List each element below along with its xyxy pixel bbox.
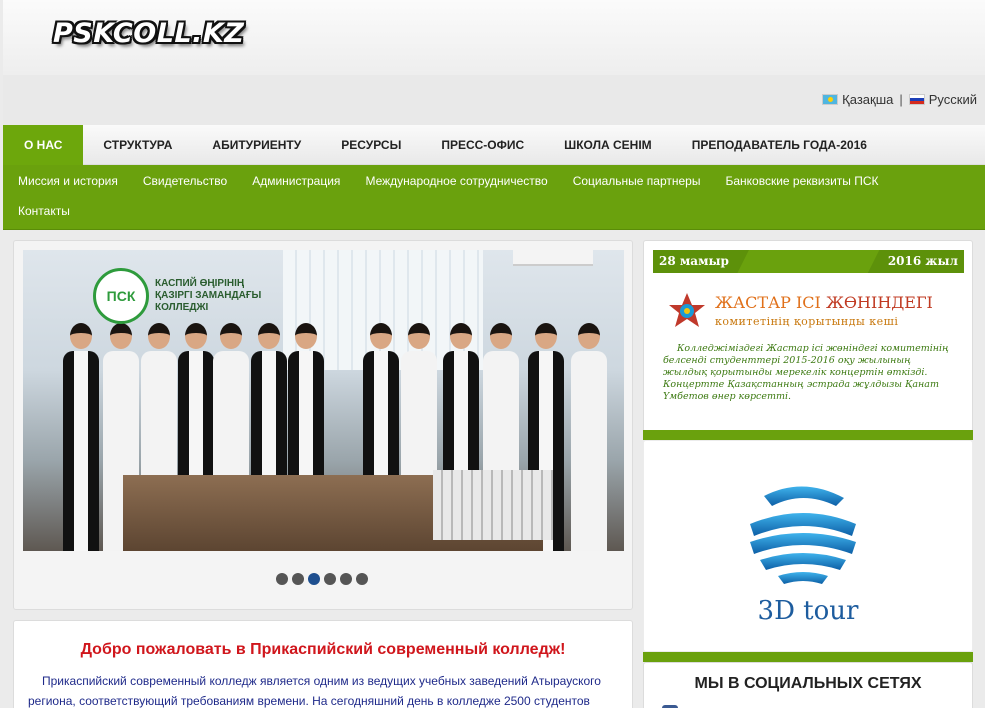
green-divider (643, 430, 973, 440)
3d-tour-label: 3D tour (757, 596, 859, 626)
3d-tour-banner[interactable]: 3D tour (643, 440, 973, 652)
banner-body: ЖАСТАР ІСІ ЖӨНІНДЕГІ комитетінің қорытын… (653, 277, 964, 421)
banner-text: Колледжіміздегі Жастар ісі жөніндегі ком… (663, 343, 949, 402)
nav-resources[interactable]: РЕСУРСЫ (321, 125, 421, 165)
psk-badge: ПСК (93, 268, 149, 324)
lang-russian-link[interactable]: Русский (929, 92, 977, 107)
college-logo: ПСК КАСПИЙ ӨҢІРІНІҢ ҚАЗІРГІ ЗАМАНДАҒЫ КО… (93, 268, 275, 324)
slider-dot[interactable] (292, 573, 304, 585)
banner-subtitle: комитетінің қорытынды кеші (715, 315, 899, 328)
subnav-certificate[interactable]: Свидетельство (143, 174, 227, 188)
green-divider (643, 652, 973, 662)
site-header: PSKCOLL.KZ (3, 0, 985, 75)
committee-star-icon (669, 293, 705, 327)
slider-dots (276, 573, 368, 585)
language-switcher: Қазақша | Русский (822, 92, 977, 107)
image-slider: ПСК КАСПИЙ ӨҢІРІНІҢ ҚАЗІРГІ ЗАМАНДАҒЫ КО… (13, 240, 633, 610)
banner-date-left: 28 мамыр (653, 250, 749, 273)
slide-image[interactable]: ПСК КАСПИЙ ӨҢІРІНІҢ ҚАЗІРГІ ЗАМАНДАҒЫ КО… (23, 250, 624, 551)
sub-nav: Миссия и история Свидетельство Администр… (3, 165, 985, 230)
site-logo[interactable]: PSKCOLL.KZ (53, 18, 244, 49)
slider-dot[interactable] (308, 573, 320, 585)
welcome-title: Добро пожаловать в Прикаспийский совреме… (80, 641, 566, 658)
college-logo-text: КАСПИЙ ӨҢІРІНІҢ ҚАЗІРГІ ЗАМАНДАҒЫ КОЛЛЕД… (155, 278, 262, 313)
language-bar: Қазақша | Русский (3, 75, 985, 125)
nav-structure[interactable]: СТРУКТУРА (83, 125, 192, 165)
main-nav: О НАС СТРУКТУРА АБИТУРИЕНТУ РЕСУРСЫ ПРЕС… (3, 125, 985, 165)
welcome-text: Прикаспийский современный колледж являет… (28, 674, 601, 708)
subnav-partners[interactable]: Социальные партнеры (573, 174, 701, 188)
social-title: МЫ В СОЦИАЛЬНЫХ СЕТЯХ (694, 675, 922, 692)
subnav-contacts[interactable]: Контакты (18, 204, 70, 218)
nav-school-senim[interactable]: ШКОЛА СЕНІМ (544, 125, 672, 165)
air-conditioner (513, 250, 593, 266)
slider-dot[interactable] (276, 573, 288, 585)
slider-dot[interactable] (340, 573, 352, 585)
lang-separator: | (899, 92, 903, 107)
nav-about[interactable]: О НАС (3, 125, 84, 165)
subnav-mission[interactable]: Миссия и история (18, 174, 118, 188)
student-figure (63, 323, 99, 551)
lang-kazakh-link[interactable]: Қазақша (842, 92, 893, 107)
student-figure (571, 323, 607, 551)
subnav-international[interactable]: Международное сотрудничество (365, 174, 547, 188)
banner-title: ЖАСТАР ІСІ ЖӨНІНДЕГІ (715, 293, 933, 312)
nav-press-office[interactable]: ПРЕСС-ОФИС (421, 125, 544, 165)
binders (433, 470, 553, 540)
slider-dot[interactable] (356, 573, 368, 585)
banner-date-strip: 28 мамыр 2016 жыл (653, 250, 964, 273)
subnav-bank-details[interactable]: Банковские реквизиты ПСК (725, 174, 878, 188)
slider-dot[interactable] (324, 573, 336, 585)
welcome-section: Добро пожаловать в Прикаспийский совреме… (13, 620, 633, 708)
globe-icon (750, 486, 856, 584)
social-section: МЫ В СОЦИАЛЬНЫХ СЕТЯХ (643, 662, 973, 708)
nav-applicants[interactable]: АБИТУРИЕНТУ (192, 125, 321, 165)
nav-teacher-of-year[interactable]: ПРЕПОДАВАТЕЛЬ ГОДА-2016 (672, 125, 887, 165)
flag-kz-icon[interactable] (822, 94, 839, 105)
flag-ru-icon[interactable] (908, 94, 925, 105)
page: PSKCOLL.KZ Қазақша | Русский О НАС СТРУК… (0, 0, 985, 708)
subnav-administration[interactable]: Администрация (252, 174, 340, 188)
banner-date-right: 2016 жыл (867, 250, 964, 273)
youth-committee-banner[interactable]: 28 мамыр 2016 жыл ЖАСТАР ІСІ ЖӨНІНДЕГІ к… (643, 240, 973, 432)
